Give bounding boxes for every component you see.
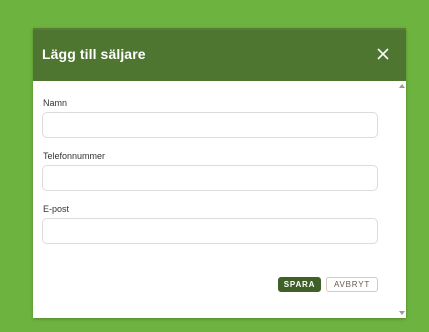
scroll-up-arrow-icon[interactable] [399,84,405,88]
cancel-button[interactable]: AVBRYT [326,277,378,292]
close-button[interactable] [374,45,392,63]
add-seller-dialog: Lägg till säljare Namn Telefonnummer E-p… [33,28,406,318]
phone-field[interactable] [42,165,378,191]
close-icon [377,48,389,60]
dialog-title: Lägg till säljare [42,46,146,62]
dialog-header: Lägg till säljare [33,28,406,81]
phone-label: Telefonnummer [43,151,106,161]
dialog-scrollbar[interactable] [398,81,406,318]
name-label: Namn [43,98,68,108]
name-field[interactable] [42,112,378,138]
save-button[interactable]: SPARA [278,277,321,292]
scroll-down-arrow-icon[interactable] [399,311,405,315]
email-label: E-post [43,204,70,214]
email-field[interactable] [42,218,378,244]
